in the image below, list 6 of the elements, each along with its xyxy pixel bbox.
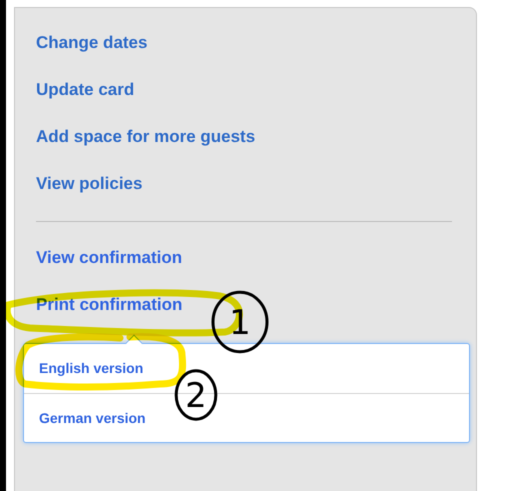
menu-link[interactable]: Change dates [36, 31, 148, 55]
menu-link[interactable]: Update card [36, 78, 134, 102]
menu-link[interactable]: View policies [36, 172, 142, 196]
menu-link[interactable]: View confirmation [36, 246, 182, 270]
menu-link[interactable]: Add space for more guests [36, 125, 256, 149]
circled-number: 2 [174, 369, 218, 421]
